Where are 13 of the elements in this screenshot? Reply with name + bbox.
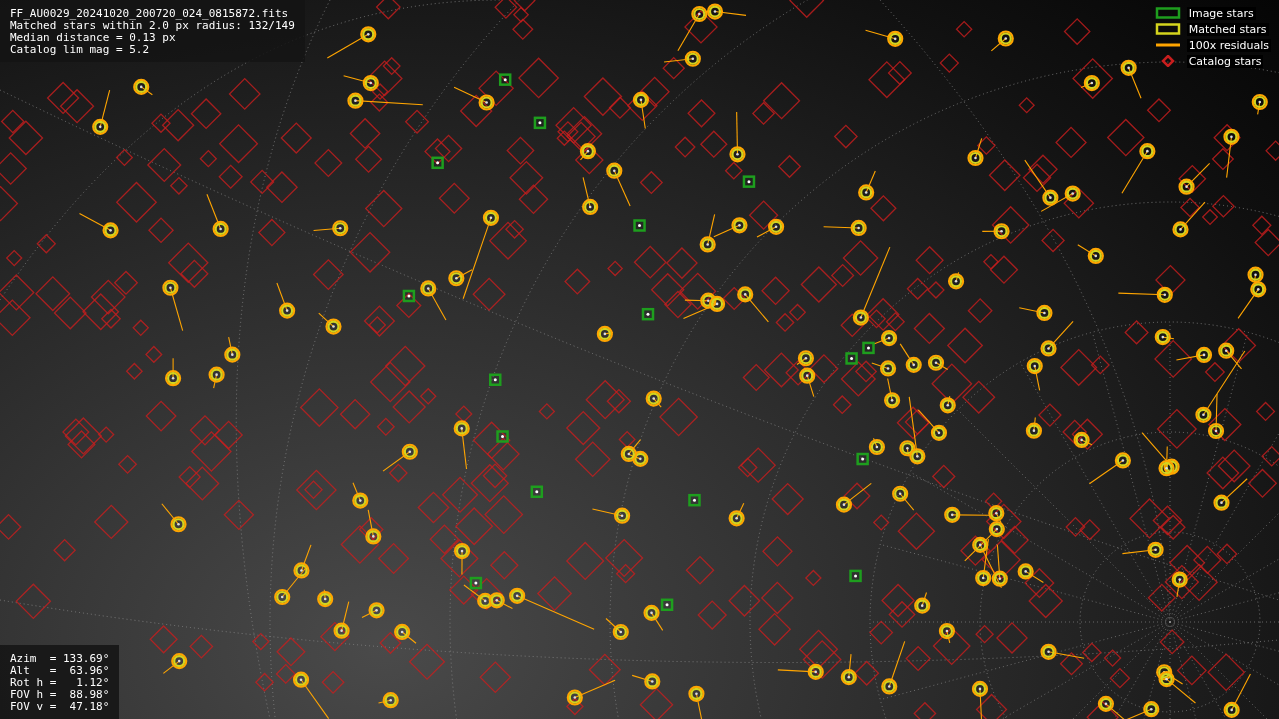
legend-label: Matched stars [1186, 22, 1269, 36]
pointing-text: FOV h = 88.98° [10, 689, 110, 701]
info-text: Catalog lim mag = 5.2 [10, 44, 151, 56]
legend-label: Catalog stars [1186, 54, 1264, 68]
info-text: FF_AU0029_20241020_200720_024_0815872.fits [10, 8, 290, 20]
info-text: Median distance = 0.13 px [10, 32, 177, 44]
legend-label: 100x residuals [1186, 38, 1271, 52]
pointing-text: Alt = 63.96° [10, 665, 110, 677]
pointing-text: Rot h = 1.12° [10, 677, 110, 689]
pointing-text: FOV v = 47.18° [10, 701, 110, 713]
pointing-text: Azim = 133.69° [10, 653, 110, 665]
info-text: Matched stars within 2.0 px radius: 132/149 [10, 20, 295, 32]
legend-label: Image stars [1186, 6, 1256, 20]
